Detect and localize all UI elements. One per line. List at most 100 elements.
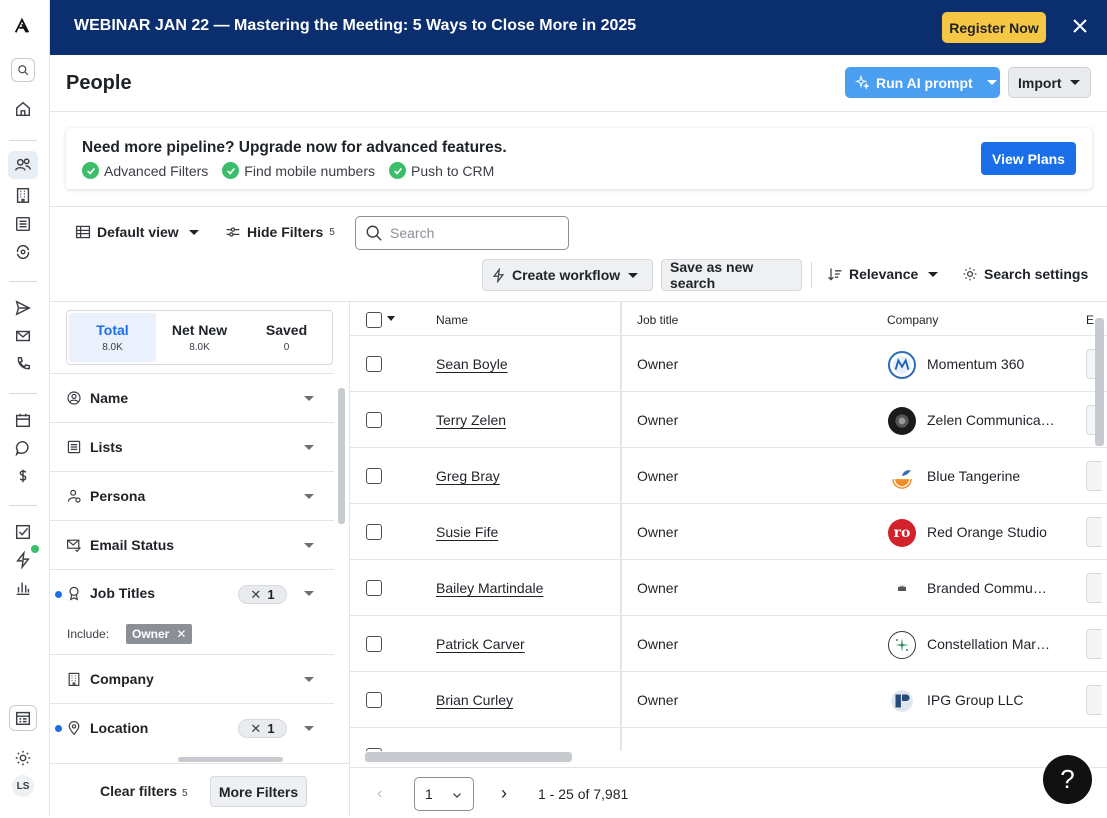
search-settings-button[interactable]: Search settings	[962, 266, 1088, 282]
chevron-right-icon[interactable]: ›	[501, 783, 507, 804]
row-checkbox[interactable]	[366, 636, 382, 652]
tab-net-new[interactable]: Net New 8.0K	[156, 313, 243, 362]
person-name-link[interactable]: Bailey Martindale	[436, 580, 543, 596]
job-title-cell: Owner	[637, 356, 679, 372]
persona-icon	[67, 489, 81, 503]
result-range: 1 - 25 of 7,981	[538, 786, 629, 802]
feature-label: Push to CRM	[411, 162, 495, 179]
chevron-down-icon	[304, 677, 314, 682]
company-link[interactable]: Constellation Mar…	[927, 636, 1050, 652]
person-name-link[interactable]: Greg Bray	[436, 468, 500, 484]
tab-label: Saved	[265, 322, 308, 338]
dollar-icon[interactable]	[13, 466, 33, 486]
row-checkbox[interactable]	[366, 412, 382, 428]
row-checkbox[interactable]	[366, 524, 382, 540]
help-button[interactable]: ?	[1043, 755, 1092, 804]
mail-icon[interactable]	[13, 326, 33, 346]
filter-location[interactable]: Location ✕ 1	[50, 703, 334, 752]
row-checkbox[interactable]	[366, 580, 382, 596]
chevron-down-icon	[453, 793, 461, 798]
company-link[interactable]: Blue Tangerine	[927, 468, 1020, 484]
check-circle-icon	[389, 162, 407, 179]
phone-icon[interactable]	[13, 354, 33, 374]
row-checkbox[interactable]	[366, 356, 382, 372]
more-filters-button[interactable]: More Filters	[210, 776, 307, 807]
column-header-name[interactable]: Name	[436, 313, 468, 327]
analytics-icon[interactable]	[13, 578, 33, 598]
filter-company[interactable]: Company	[50, 654, 334, 703]
company-link[interactable]: Momentum 360	[927, 356, 1024, 372]
import-button[interactable]: Import	[1008, 67, 1091, 98]
filter-scrollbar[interactable]	[336, 376, 346, 756]
list-icon	[67, 440, 81, 454]
table-vertical-scrollbar[interactable]	[1094, 318, 1105, 748]
avatar[interactable]: LS	[12, 775, 34, 797]
chevron-down-icon[interactable]	[387, 316, 395, 321]
table-horizontal-scrollbar[interactable]	[363, 751, 1093, 763]
list-icon[interactable]	[13, 214, 33, 234]
tab-saved[interactable]: Saved 0	[243, 313, 330, 362]
filter-job-titles[interactable]: Job Titles ✕ 1 Include: Owner ✕	[50, 569, 334, 655]
notification-dot	[31, 545, 39, 553]
company-link[interactable]: Branded Commu…	[927, 580, 1047, 596]
person-name-link[interactable]: Brian Curley	[436, 692, 513, 708]
send-icon[interactable]	[13, 298, 33, 318]
company-link[interactable]: Zelen Communica…	[927, 412, 1055, 428]
row-checkbox[interactable]	[366, 692, 382, 708]
feature-label: Advanced Filters	[104, 162, 209, 179]
hide-filters-button[interactable]: Hide Filters 5	[225, 224, 335, 240]
calendar-list-icon[interactable]	[13, 708, 33, 728]
filter-persona[interactable]: Persona	[50, 471, 334, 520]
chat-icon[interactable]	[13, 438, 33, 458]
filter-name[interactable]: Name	[50, 373, 334, 422]
job-title-chip[interactable]: Owner ✕	[126, 624, 193, 644]
person-name-link[interactable]: Patrick Carver	[436, 636, 525, 652]
filter-count-pill[interactable]: ✕ 1	[238, 719, 287, 738]
tasks-check-icon[interactable]	[13, 522, 33, 542]
sort-relevance-dropdown[interactable]: Relevance	[827, 266, 939, 282]
result-tabs: Total 8.0K Net New 8.0K Saved 0	[66, 310, 333, 365]
scroll-thumb[interactable]	[178, 757, 283, 762]
save-as-new-search-button[interactable]: Save as new search	[661, 259, 802, 291]
filter-label: Location	[90, 720, 149, 736]
person-name-link[interactable]: Susie Fife	[436, 524, 498, 540]
badge-icon	[69, 586, 79, 601]
people-icon[interactable]	[13, 155, 33, 175]
search-input[interactable]: Search	[355, 216, 569, 250]
column-header-job-title[interactable]: Job title	[637, 313, 678, 327]
close-icon[interactable]	[1070, 16, 1090, 36]
logo-icon[interactable]	[12, 16, 32, 36]
register-now-button[interactable]: Register Now	[942, 12, 1046, 43]
filter-lists[interactable]: Lists	[50, 422, 334, 471]
lightning-icon[interactable]	[13, 550, 33, 570]
company-link[interactable]: IPG Group LLC	[927, 692, 1024, 708]
row-checkbox[interactable]	[366, 468, 382, 484]
chevron-left-icon[interactable]: ‹	[377, 785, 382, 803]
job-title-cell: Owner	[637, 580, 679, 596]
select-all-checkbox[interactable]	[366, 312, 382, 328]
person-name-link[interactable]: Terry Zelen	[436, 412, 506, 428]
create-workflow-button[interactable]: Create workflow	[482, 259, 653, 291]
table-icon	[75, 225, 91, 239]
page-select[interactable]: 1	[414, 777, 474, 811]
feature-item: Find mobile numbers	[222, 162, 375, 179]
run-ai-prompt-button[interactable]: Run AI prompt	[845, 67, 1000, 98]
close-icon[interactable]: ✕	[176, 627, 186, 641]
search-icon[interactable]	[11, 58, 35, 82]
filter-email-status[interactable]: Email Status	[50, 520, 334, 569]
tab-total[interactable]: Total 8.0K	[69, 313, 156, 362]
person-name-link[interactable]: Sean Boyle	[436, 356, 508, 372]
clear-filters-button[interactable]: Clear filters 5	[100, 783, 188, 799]
company-link[interactable]: Red Orange Studio	[927, 524, 1047, 540]
filter-count-pill[interactable]: ✕ 1	[238, 585, 287, 604]
gear-icon[interactable]	[13, 748, 33, 768]
column-header-email[interactable]: E	[1086, 313, 1094, 327]
building-icon[interactable]	[13, 185, 33, 205]
home-icon[interactable]	[13, 99, 33, 119]
refresh-search-icon[interactable]	[13, 242, 33, 262]
calendar-icon[interactable]	[13, 410, 33, 430]
chevron-down-icon	[304, 396, 314, 401]
column-header-company[interactable]: Company	[887, 313, 938, 327]
view-plans-button[interactable]: View Plans	[981, 142, 1076, 175]
default-view-dropdown[interactable]: Default view	[75, 224, 199, 240]
